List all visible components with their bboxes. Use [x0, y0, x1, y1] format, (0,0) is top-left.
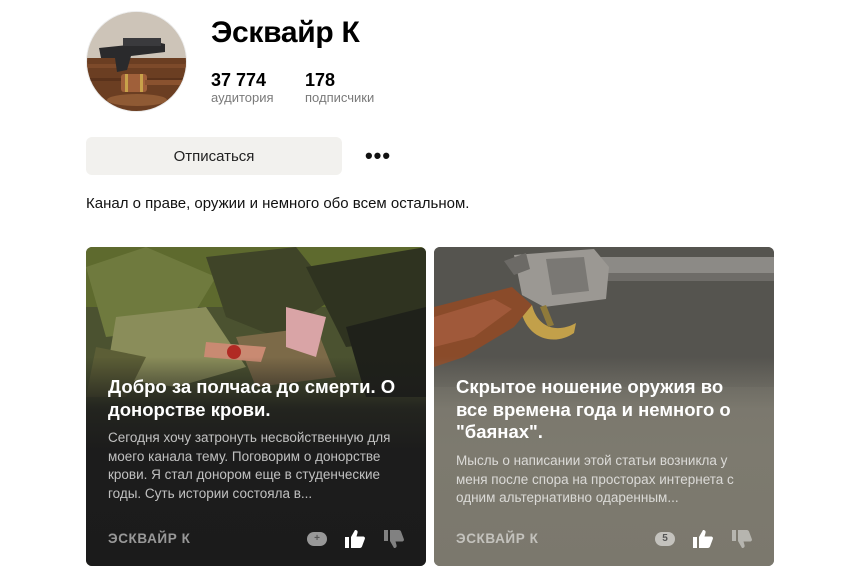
article-footer: ЭСКВАЙР К 5 [456, 528, 752, 550]
article-title[interactable]: Добро за полчаса до смерти. О донорстве … [108, 376, 404, 421]
more-options-button[interactable]: ••• [364, 143, 392, 168]
article-author[interactable]: ЭСКВАЙР К [108, 531, 191, 546]
article-author[interactable]: ЭСКВАЙР К [456, 531, 539, 546]
dislike-icon[interactable] [382, 528, 406, 550]
channel-avatar[interactable] [86, 11, 187, 112]
subscribers-stat[interactable]: 178 подписчики [305, 70, 374, 106]
audience-label: аудитория [211, 90, 274, 105]
article-footer: ЭСКВАЙР К + [108, 528, 404, 550]
comment-count: + [307, 532, 327, 546]
like-icon[interactable] [691, 528, 715, 550]
dislike-icon[interactable] [730, 528, 754, 550]
subscribers-count: 178 [305, 70, 336, 90]
comment-count: 5 [655, 532, 675, 546]
comment-icon[interactable]: 5 [654, 528, 676, 550]
unsubscribe-button[interactable]: Отписаться [86, 137, 342, 175]
comment-icon[interactable]: + [306, 528, 328, 550]
channel-description: Канал о праве, оружии и немного обо всем… [86, 195, 470, 212]
article-card[interactable]: Добро за полчаса до смерти. О донорстве … [86, 247, 426, 566]
avatar-image [87, 12, 186, 111]
article-snippet: Мысль о написании этой статьи возникла у… [456, 453, 734, 505]
article-snippet: Сегодня хочу затронуть несвойственную дл… [108, 430, 391, 501]
channel-name: Эсквайр К [211, 16, 360, 49]
subscribers-label: подписчики [305, 90, 375, 105]
audience-count: 37 774 [211, 70, 267, 90]
article-title[interactable]: Скрытое ношение оружия во все времена го… [456, 376, 752, 444]
article-card[interactable]: Скрытое ношение оружия во все времена го… [434, 247, 774, 566]
audience-stat: 37 774 аудитория [211, 70, 274, 106]
like-icon[interactable] [343, 528, 367, 550]
